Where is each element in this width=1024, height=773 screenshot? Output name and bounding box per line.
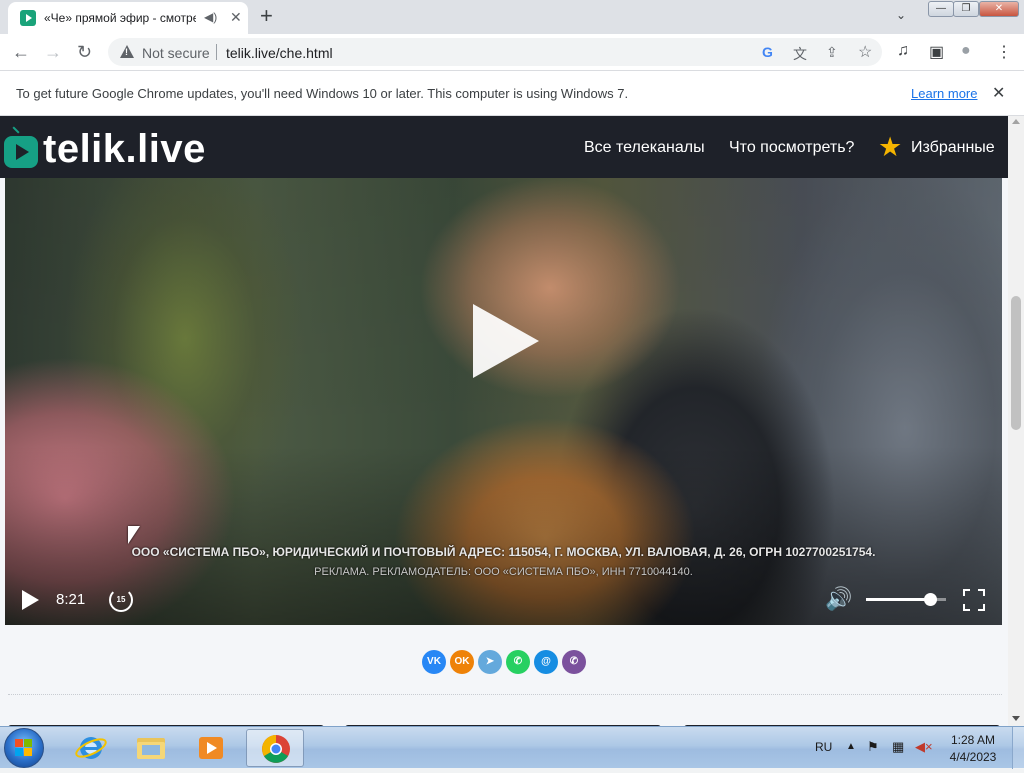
restore-button[interactable]: ❐: [953, 1, 979, 17]
tab-title: «Че» прямой эфир - смотреть онлайн: [44, 11, 196, 25]
volume-slider[interactable]: [866, 593, 946, 606]
nav-what-to-watch[interactable]: Что посмотреть?: [729, 139, 854, 157]
scrollbar-thumb[interactable]: [1011, 296, 1021, 430]
start-button[interactable]: [4, 728, 44, 768]
video-caption-line-2: РЕКЛАМА. РЕКЛАМОДАТЕЛЬ: ООО «СИСТЕМА ПБО…: [314, 566, 693, 578]
tab-strip: «Че» прямой эфир - смотреть онлайн ◀) ✕ …: [0, 0, 1024, 34]
browser-toolbar: ← → ↻ Not secure telik.live/che.html G 文…: [0, 34, 1024, 70]
infobar-message: To get future Google Chrome updates, you…: [16, 86, 629, 101]
clock-time[interactable]: 1:28 AM: [940, 733, 1006, 747]
volume-icon[interactable]: 🔊: [825, 587, 852, 611]
share-whatsapp-icon[interactable]: ✆: [506, 650, 530, 674]
share-odnoklassniki-icon[interactable]: OK: [450, 650, 474, 674]
video-caption-line-1: ООО «СИСТЕМА ПБО», ЮРИДИЧЕСКИЙ И ПОЧТОВЫ…: [131, 545, 876, 559]
section-divider: [8, 694, 1002, 695]
profile-avatar-icon[interactable]: ●: [961, 42, 971, 60]
translate-icon[interactable]: 文: [793, 44, 807, 64]
chrome-taskbar-icon[interactable]: [246, 729, 304, 767]
big-play-icon[interactable]: [473, 304, 539, 378]
site-favicon-icon: [20, 10, 36, 26]
share-icon[interactable]: ⇪: [826, 44, 838, 61]
clock-date[interactable]: 4/4/2023: [940, 750, 1006, 764]
share-vk-icon[interactable]: VK: [422, 650, 446, 674]
site-header: telik.live Все телеканалы Что посмотреть…: [0, 116, 1008, 178]
file-explorer-icon[interactable]: [122, 729, 180, 767]
windows-logo-icon: [15, 739, 33, 757]
new-tab-button[interactable]: +: [260, 4, 273, 28]
update-infobar: To get future Google Chrome updates, you…: [0, 70, 1024, 116]
share-viber-icon[interactable]: ✆: [562, 650, 586, 674]
url-text[interactable]: telik.live/che.html: [226, 45, 333, 61]
side-panel-icon[interactable]: ▣: [929, 42, 944, 62]
media-player-icon[interactable]: [182, 729, 240, 767]
site-logo[interactable]: telik.live: [43, 127, 206, 172]
google-lens-icon[interactable]: G: [762, 44, 773, 60]
nav-favorites[interactable]: Избранные: [911, 139, 995, 157]
share-moimir-icon[interactable]: @: [534, 650, 558, 674]
page-scrollbar[interactable]: [1008, 116, 1024, 726]
rewind-15-icon[interactable]: 15: [109, 588, 133, 612]
omnibox-divider: [216, 44, 217, 60]
volume-slider-handle[interactable]: [924, 593, 937, 606]
tab-search-button[interactable]: ⌄: [896, 8, 906, 22]
warning-icon[interactable]: [120, 45, 134, 58]
star-icon[interactable]: ★: [878, 134, 902, 161]
windows-taskbar: RU ▲ ⚑ ▦ ◀× 1:28 AM 4/4/2023: [0, 726, 1024, 769]
scroll-down-arrow-icon[interactable]: [1012, 716, 1020, 721]
speaker-icon[interactable]: ◀): [204, 10, 217, 24]
mouse-cursor-icon: [128, 526, 140, 544]
action-center-flag-icon[interactable]: ⚑: [867, 739, 879, 755]
tv-logo-icon[interactable]: [4, 136, 38, 168]
forward-button[interactable]: →: [44, 42, 62, 62]
tab-close-button[interactable]: ✕: [230, 9, 242, 26]
media-controls-icon[interactable]: ♫: [897, 42, 909, 60]
share-telegram-icon[interactable]: ➤: [478, 650, 502, 674]
security-status[interactable]: Not secure: [142, 45, 210, 61]
infobar-close-button[interactable]: ✕: [992, 83, 1005, 103]
volume-muted-icon[interactable]: ◀×: [915, 739, 933, 755]
chrome-menu-icon[interactable]: ⋮: [996, 42, 1012, 62]
learn-more-link[interactable]: Learn more: [911, 86, 977, 101]
play-icon[interactable]: [22, 590, 39, 610]
web-page: telik.live Все телеканалы Что посмотреть…: [0, 116, 1008, 726]
close-window-button[interactable]: ✕: [979, 1, 1019, 17]
bookmark-star-icon[interactable]: ☆: [858, 42, 872, 62]
language-indicator[interactable]: RU: [815, 740, 832, 754]
minimize-button[interactable]: —: [928, 1, 954, 17]
network-icon[interactable]: ▦: [892, 739, 904, 755]
playback-time: 8:21: [56, 591, 86, 608]
browser-tab[interactable]: «Че» прямой эфир - смотреть онлайн ◀) ✕: [8, 2, 248, 34]
fullscreen-icon[interactable]: [963, 589, 985, 611]
address-bar[interactable]: Not secure telik.live/che.html G 文 ⇪ ☆: [108, 38, 882, 66]
reload-button[interactable]: ↻: [77, 42, 92, 62]
video-player[interactable]: ООО «СИСТЕМА ПБО», ЮРИДИЧЕСКИЙ И ПОЧТОВЫ…: [5, 178, 1002, 625]
internet-explorer-icon[interactable]: [62, 729, 120, 767]
nav-all-channels[interactable]: Все телеканалы: [584, 139, 705, 157]
show-hidden-icons-icon[interactable]: ▲: [846, 741, 856, 752]
show-desktop-button[interactable]: [1012, 727, 1024, 769]
volume-slider-fill: [866, 598, 930, 601]
scroll-up-arrow-icon[interactable]: [1012, 119, 1020, 124]
back-button[interactable]: ←: [12, 42, 30, 62]
